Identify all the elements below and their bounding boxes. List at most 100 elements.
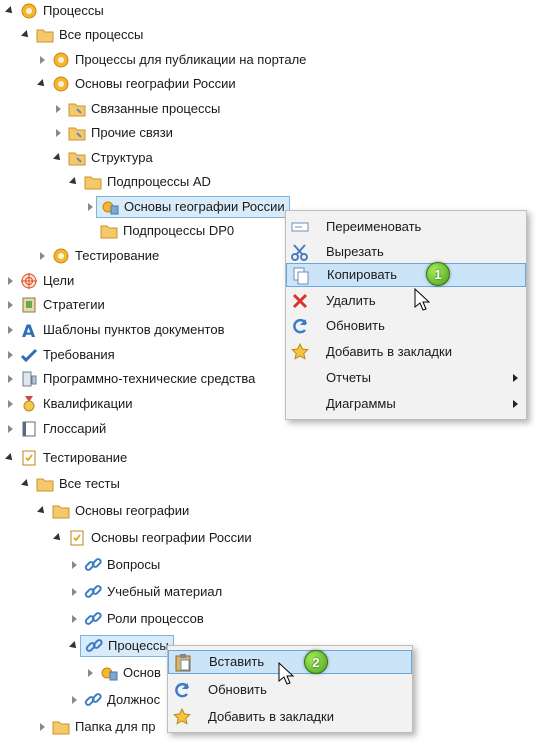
collapse-arrow[interactable] xyxy=(4,299,16,311)
collapse-arrow[interactable] xyxy=(4,423,16,435)
menu-item-diagrams[interactable]: Диаграммы xyxy=(286,392,526,416)
menu-item-bookmark[interactable]: Добавить в закладки xyxy=(286,340,526,364)
tree-node-questions[interactable]: Вопросы xyxy=(68,554,160,576)
collapse-arrow[interactable] xyxy=(36,250,48,262)
selected-node[interactable]: Процессы xyxy=(80,635,174,657)
tree-node-strategies[interactable]: Стратегии xyxy=(4,294,105,316)
collapse-arrow[interactable] xyxy=(4,349,16,361)
tree-node-processes[interactable]: Процессы xyxy=(4,0,104,22)
bookmark-star-icon xyxy=(172,707,192,727)
expand-arrow[interactable] xyxy=(4,5,16,17)
tree-node-process-roles[interactable]: Роли процессов xyxy=(68,608,204,630)
gear-icon xyxy=(52,75,70,93)
scissors-icon xyxy=(290,242,310,262)
tree-node-label: Тестирование xyxy=(75,248,160,263)
tree-node-label: Учебный материал xyxy=(107,584,223,599)
menu-item-reports[interactable]: Отчеты xyxy=(286,366,526,390)
collapse-arrow[interactable] xyxy=(4,373,16,385)
tree-node-positions[interactable]: Должнос xyxy=(68,689,160,711)
tree-node-qualifications[interactable]: Квалификации xyxy=(4,393,133,415)
tree-node-geo-basics[interactable]: Основы географии xyxy=(36,500,189,522)
folder-icon xyxy=(52,718,70,736)
target-icon xyxy=(20,272,38,290)
tree-node-label: Все процессы xyxy=(59,27,144,42)
tree-node-geo-russia-selected[interactable]: Основы географии России xyxy=(84,196,290,218)
tree-node-processes-test[interactable]: Процессы xyxy=(68,635,174,657)
menu-item-delete[interactable]: Удалить xyxy=(286,289,526,313)
expand-arrow[interactable] xyxy=(36,505,48,517)
tree-node-hardware-software[interactable]: Программно-технические средства xyxy=(4,368,255,390)
collapse-arrow[interactable] xyxy=(4,275,16,287)
tree-node-label: Процессы для публикации на портале xyxy=(75,52,307,67)
step-badge-2: 2 xyxy=(304,650,328,674)
tree-node-label: Связанные процессы xyxy=(91,101,221,116)
tree-node-subprocesses-dp0[interactable]: Подпроцессы DP0 xyxy=(84,220,234,242)
collapse-arrow[interactable] xyxy=(68,613,80,625)
expand-arrow[interactable] xyxy=(52,152,64,164)
tree-node-all-processes[interactable]: Все процессы xyxy=(20,24,143,46)
tree-node-geo-russia[interactable]: Основы географии России xyxy=(36,73,236,95)
collapse-arrow[interactable] xyxy=(4,324,16,336)
collapse-arrow[interactable] xyxy=(84,667,96,679)
expand-arrow[interactable] xyxy=(52,532,64,544)
tree-node-label: Стратегии xyxy=(43,297,105,312)
bookmark-star-icon xyxy=(290,342,310,362)
tree-node-all-tests[interactable]: Все тесты xyxy=(20,473,120,495)
award-icon xyxy=(20,395,38,413)
collapse-arrow[interactable] xyxy=(68,694,80,706)
tree-node-doc-templates[interactable]: A Шаблоны пунктов документов xyxy=(4,319,225,342)
collapse-arrow[interactable] xyxy=(52,103,64,115)
folder-icon xyxy=(36,475,54,493)
expand-arrow[interactable] xyxy=(36,78,48,90)
tree-node-portal-processes[interactable]: Процессы для публикации на портале xyxy=(36,49,306,71)
expand-arrow[interactable] xyxy=(20,29,32,41)
menu-item-bookmark-2[interactable]: Добавить в закладки xyxy=(168,705,412,729)
tree-node-label: Структура xyxy=(91,150,153,165)
folder-icon xyxy=(52,502,70,520)
tree-node-label: Процессы xyxy=(43,3,104,18)
svg-text:A: A xyxy=(22,322,36,339)
folder-icon xyxy=(84,173,102,191)
collapse-arrow[interactable] xyxy=(36,54,48,66)
collapse-arrow[interactable] xyxy=(68,559,80,571)
selected-node[interactable]: Основы географии России xyxy=(96,196,290,218)
tree-node-testing[interactable]: Тестирование xyxy=(4,447,127,469)
tree-node-other-links[interactable]: Прочие связи xyxy=(52,122,173,144)
tree-node-goals[interactable]: Цели xyxy=(4,270,74,292)
tree-node-label: Прочие связи xyxy=(91,125,173,140)
step-badge-1: 1 xyxy=(426,262,450,286)
expand-arrow[interactable] xyxy=(20,478,32,490)
menu-item-rename[interactable]: Переименовать xyxy=(286,215,526,239)
collapse-arrow[interactable] xyxy=(84,201,96,213)
collapse-arrow[interactable] xyxy=(52,127,64,139)
collapse-arrow[interactable] xyxy=(36,721,48,733)
expand-arrow[interactable] xyxy=(68,176,80,188)
refresh-icon xyxy=(290,316,310,336)
rename-icon xyxy=(290,217,310,237)
tree-node-testing-process[interactable]: Тестирование xyxy=(36,245,159,267)
tree-node-label: Подпроцессы DP0 xyxy=(123,223,235,238)
tree-node-glossary[interactable]: Глоссарий xyxy=(4,418,106,440)
tree-node-folder-for[interactable]: Папка для пр xyxy=(36,716,156,738)
tree-node-subprocesses-ad[interactable]: Подпроцессы AD xyxy=(68,171,211,193)
expand-arrow[interactable] xyxy=(4,452,16,464)
tree-node-label: Требования xyxy=(43,347,115,362)
collapse-arrow[interactable] xyxy=(4,398,16,410)
tree-node-structure[interactable]: Структура xyxy=(52,147,153,169)
context-menu-2: Вставить Обновить Добавить в закладки xyxy=(167,645,413,733)
tree-node-geo-russia-test[interactable]: Основы географии России xyxy=(52,527,252,549)
expand-arrow[interactable] xyxy=(68,640,80,652)
tree-node-label: Папка для пр xyxy=(75,719,156,734)
tree-node-requirements[interactable]: Требования xyxy=(4,344,115,366)
menu-item-cut[interactable]: Вырезать xyxy=(286,240,526,264)
menu-item-copy[interactable]: Копировать xyxy=(286,263,526,287)
tree-node-related-processes[interactable]: Связанные процессы xyxy=(52,98,220,120)
link-icon xyxy=(84,556,102,574)
tree-node-geo-child[interactable]: Основ xyxy=(84,662,161,684)
checkmark-icon xyxy=(20,346,38,364)
collapse-arrow[interactable] xyxy=(68,586,80,598)
menu-item-refresh[interactable]: Обновить xyxy=(286,314,526,338)
tree-node-training-material[interactable]: Учебный материал xyxy=(68,581,222,603)
tree-node-label: Квалификации xyxy=(43,396,133,411)
strategy-icon xyxy=(20,296,38,314)
